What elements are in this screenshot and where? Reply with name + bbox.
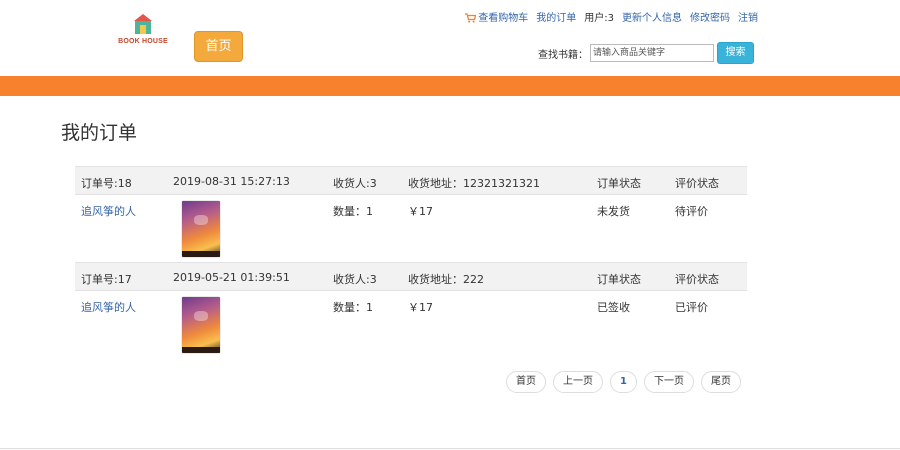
my-orders-link[interactable]: 我的订单 — [536, 9, 576, 24]
order-item-row: 追风筝的人 数量：1 ￥17 未发货 待评价 — [75, 195, 747, 262]
book-cover-image[interactable] — [182, 297, 220, 353]
item-quantity: 数量：1 — [333, 205, 373, 218]
search-input[interactable] — [590, 44, 714, 62]
book-cover-image[interactable] — [182, 201, 220, 257]
order-address: 收货地址：12321321321 — [408, 177, 540, 190]
cart-icon — [465, 12, 477, 23]
order-header-row: 订单号:18 2019-08-31 15:27:13 收货人:3 收货地址：12… — [75, 166, 747, 195]
search-button[interactable]: 搜索 — [717, 42, 754, 64]
pagination: 首页 上一页 1 下一页 尾页 — [506, 371, 748, 393]
order-receiver: 收货人:3 — [333, 273, 377, 286]
order-item-row: 追风筝的人 数量：1 ￥17 已签收 已评价 — [75, 291, 747, 358]
view-cart-label: 查看购物车 — [478, 12, 529, 24]
logout-link[interactable]: 注销 — [738, 9, 758, 24]
order-receiver: 收货人:3 — [333, 177, 377, 190]
order-status-header: 订单状态 — [597, 177, 641, 190]
order-time: 2019-08-31 15:27:13 — [173, 175, 290, 188]
home-button[interactable]: 首页 — [194, 31, 243, 62]
book-title-link[interactable]: 追风筝的人 — [81, 299, 136, 315]
book-title-link[interactable]: 追风筝的人 — [81, 203, 136, 219]
item-quantity: 数量：1 — [333, 301, 373, 314]
current-page-button[interactable]: 1 — [610, 371, 637, 393]
orders-table: 订单号:18 2019-08-31 15:27:13 收货人:3 收货地址：12… — [75, 166, 747, 358]
page-title: 我的订单 — [61, 122, 138, 144]
item-price: ￥17 — [408, 301, 433, 314]
search-bar: 查找书籍： 搜索 — [538, 42, 754, 64]
last-page-button[interactable]: 尾页 — [700, 371, 741, 393]
top-nav-links: 查看购物车 我的订单 用户:3 更新个人信息 修改密码 注销 — [457, 9, 758, 24]
orange-divider-bar — [0, 76, 900, 96]
review-status[interactable]: 待评价 — [675, 203, 708, 219]
house-logo-icon — [134, 14, 152, 34]
item-price: ￥17 — [408, 205, 433, 218]
view-cart-link[interactable]: 查看购物车 — [465, 9, 528, 24]
current-user: 用户:3 — [584, 12, 614, 24]
order-status-header: 订单状态 — [597, 273, 641, 286]
order-status: 已签收 — [597, 301, 630, 314]
order-number: 订单号:17 — [81, 273, 132, 286]
footer-divider — [0, 448, 900, 449]
change-password-link[interactable]: 修改密码 — [690, 9, 730, 24]
order-number: 订单号:18 — [81, 177, 132, 190]
order-header-row: 订单号:17 2019-05-21 01:39:51 收货人:3 收货地址：22… — [75, 262, 747, 291]
order-address: 收货地址：222 — [408, 273, 484, 286]
order-time: 2019-05-21 01:39:51 — [173, 271, 290, 284]
next-page-button[interactable]: 下一页 — [643, 371, 694, 393]
review-status-header: 评价状态 — [675, 273, 719, 286]
review-status-header: 评价状态 — [675, 177, 719, 190]
order-status: 未发货 — [597, 205, 630, 218]
review-status: 已评价 — [675, 301, 708, 314]
search-label: 查找书籍： — [538, 49, 588, 61]
prev-page-button[interactable]: 上一页 — [553, 371, 603, 393]
logo[interactable]: BOOK HOUSE — [112, 12, 174, 52]
update-info-link[interactable]: 更新个人信息 — [622, 9, 682, 24]
first-page-button[interactable]: 首页 — [506, 371, 546, 393]
logo-text: BOOK HOUSE — [118, 38, 168, 45]
